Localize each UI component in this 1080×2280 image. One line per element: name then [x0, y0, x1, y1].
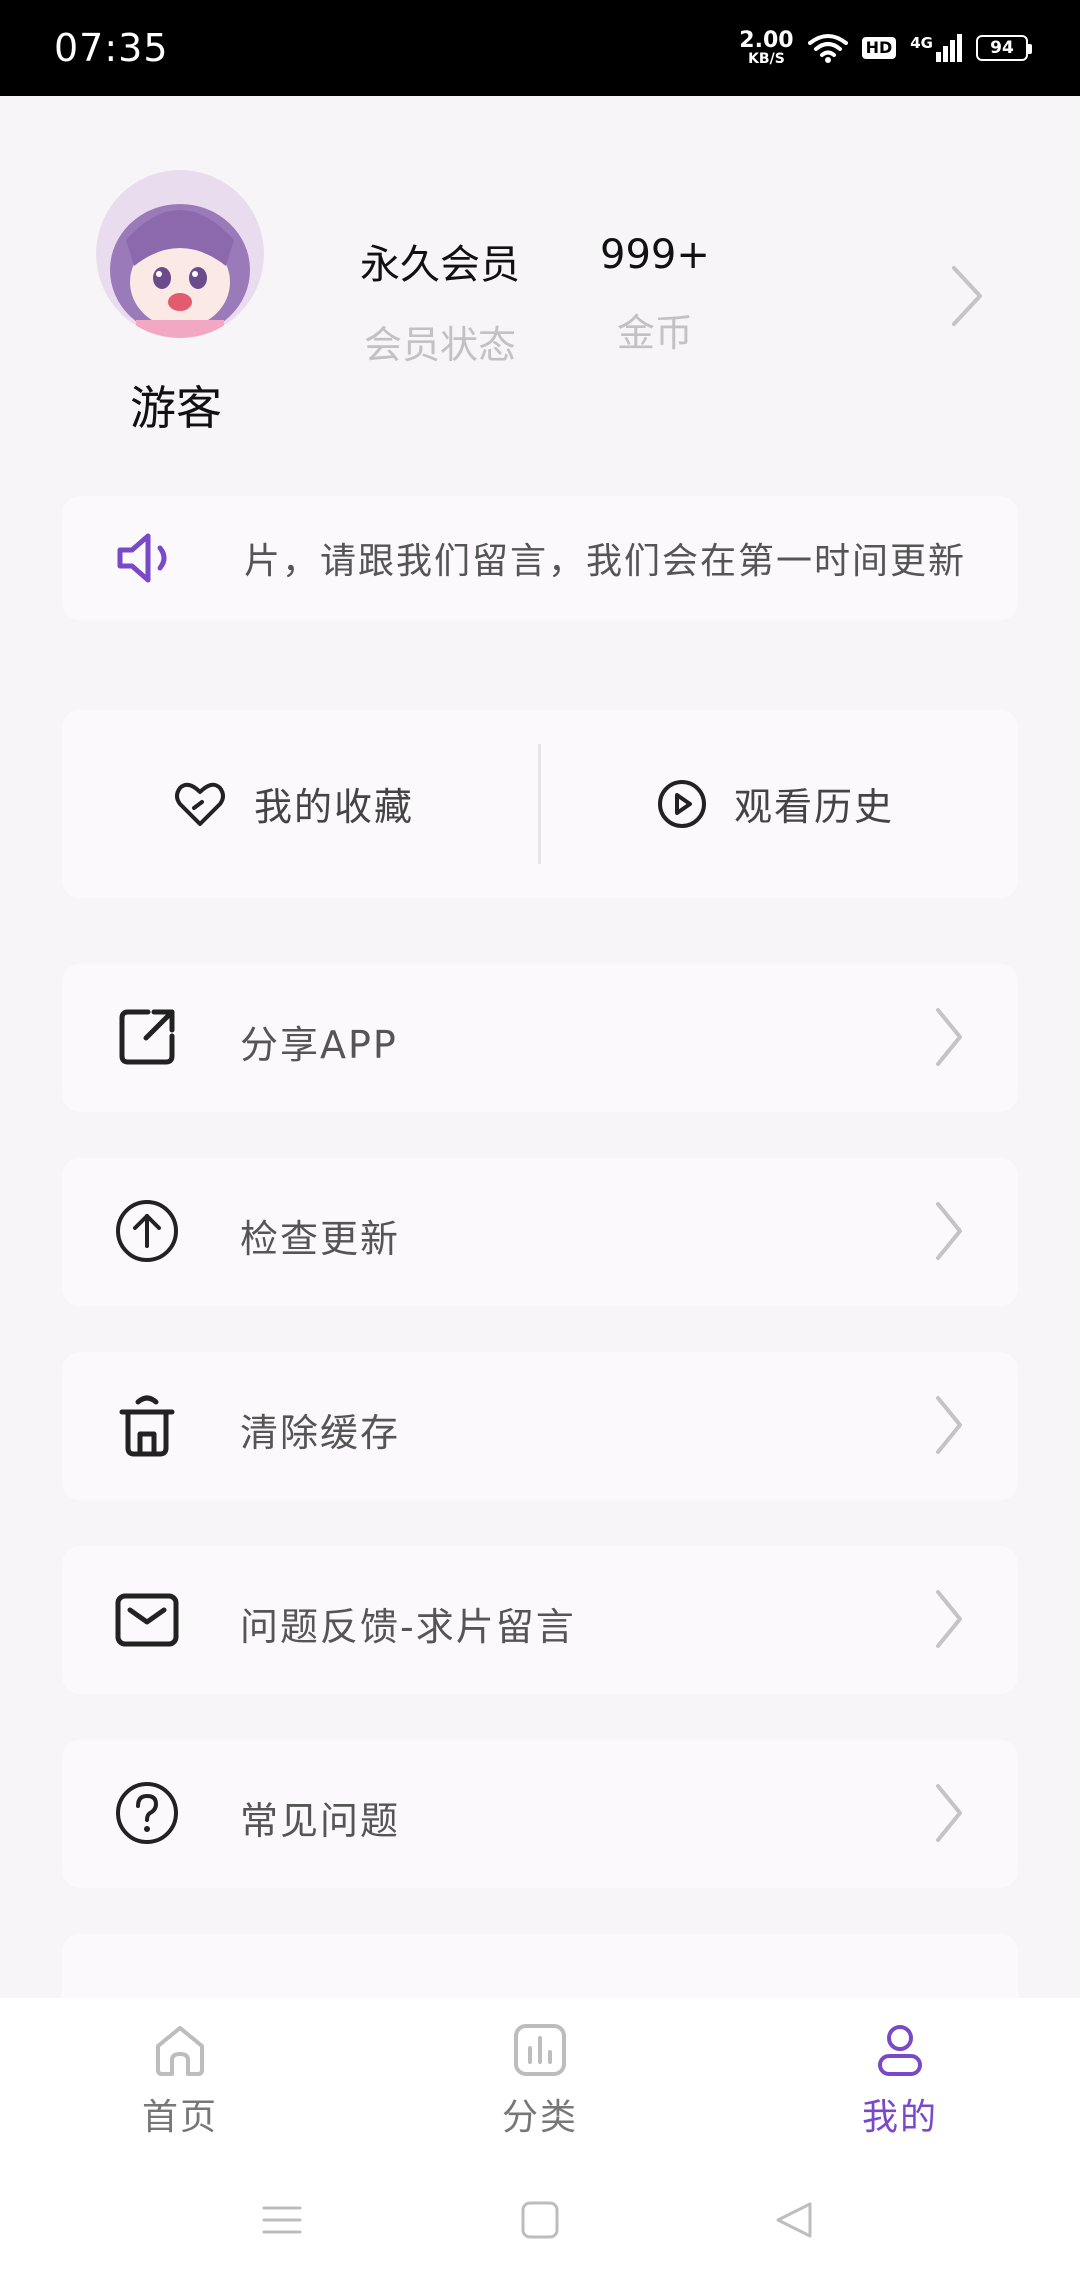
history-label: 观看历史 [734, 785, 895, 829]
menu-item-label: 检查更新 [240, 1217, 401, 1261]
membership-value: 永久会员 [360, 242, 520, 288]
coins-label: 金币 [616, 311, 693, 355]
membership-label: 会员状态 [363, 323, 516, 367]
menu-item-share[interactable]: 分享APP [62, 964, 1018, 1112]
avatar[interactable] [96, 170, 264, 338]
nav-item-mine[interactable]: 我的 [820, 2022, 980, 2140]
menu-item-label: 问题反馈-求片留言 [240, 1605, 576, 1649]
nav-item-home[interactable]: 首页 [100, 2022, 260, 2140]
nav-label: 分类 [501, 2097, 578, 2138]
heart-icon [175, 782, 225, 826]
quick-actions: 我的收藏 观看历史 [62, 710, 1018, 898]
home-icon [156, 2026, 204, 2076]
system-nav-bar [0, 2170, 1080, 2280]
chevron-right-icon [936, 1784, 962, 1842]
signal-icon [936, 34, 962, 62]
menu-item-check-update[interactable]: 检查更新 [62, 1158, 1018, 1306]
hd-badge: HD [861, 37, 897, 59]
menu-item-label: 常见问题 [240, 1799, 401, 1843]
nav-label: 我的 [861, 2097, 938, 2138]
avatar-image [96, 170, 264, 338]
menu-item-faq[interactable]: 常见问题 [62, 1740, 1018, 1888]
cellular-signal: 4G [910, 34, 962, 62]
coins-value: 999+ [600, 232, 710, 278]
chevron-right-icon [936, 1396, 962, 1454]
history-button[interactable]: 观看历史 [656, 776, 894, 831]
notice-bar: 片，请跟我们留言，我们会在第一时间更新 [62, 496, 1018, 620]
chevron-right-icon [936, 1008, 962, 1066]
network-type: 4G [910, 34, 933, 52]
user-icon [878, 2025, 922, 2076]
wifi-icon [807, 34, 848, 63]
coins-stat[interactable]: 999+ 金币 [600, 232, 710, 357]
status-bar: 07:35 2.00 KB/S HD 4G 94 [0, 0, 1080, 96]
membership-stat[interactable]: 永久会员 会员状态 [360, 232, 520, 369]
battery-level: 94 [990, 38, 1014, 58]
menu-item-partial[interactable] [62, 1934, 1018, 1998]
status-icons: 2.00 KB/S HD 4G 94 [739, 28, 1032, 67]
user-name: 游客 [130, 381, 222, 435]
chevron-right-icon [936, 1202, 962, 1260]
notice-text: 片，请跟我们留言，我们会在第一时间更新 [244, 541, 967, 582]
back-icon[interactable] [774, 2200, 814, 2240]
quick-divider [538, 744, 541, 864]
menu-icon[interactable] [262, 2200, 302, 2240]
share-icon [119, 1009, 175, 1065]
upload-icon [116, 1200, 178, 1262]
network-speed-unit: KB/S [748, 51, 785, 67]
menu-item-label: 分享APP [240, 1023, 398, 1067]
bottom-nav: 首页 分类 我的 [0, 1998, 1080, 2170]
home-square-icon[interactable] [520, 2200, 560, 2240]
menu-item-label: 清除缓存 [240, 1411, 401, 1455]
nav-item-category[interactable]: 分类 [460, 2022, 620, 2140]
network-speed: 2.00 KB/S [739, 28, 794, 67]
network-speed-value: 2.00 [739, 28, 794, 53]
play-circle-icon [658, 779, 706, 828]
status-time: 07:35 [54, 26, 169, 70]
speaker-icon [117, 533, 167, 583]
battery-icon: 94 [976, 35, 1032, 61]
mail-icon [115, 1593, 179, 1647]
chevron-right-icon[interactable] [950, 264, 984, 328]
menu-item-clear-cache[interactable]: 清除缓存 [62, 1352, 1018, 1500]
category-icon [514, 2024, 566, 2076]
trash-icon [119, 1395, 175, 1457]
favorites-button[interactable]: 我的收藏 [172, 776, 414, 831]
chevron-right-icon [936, 1590, 962, 1648]
menu-item-feedback[interactable]: 问题反馈-求片留言 [62, 1546, 1018, 1694]
help-icon [116, 1782, 178, 1844]
favorites-label: 我的收藏 [254, 785, 415, 829]
nav-label: 首页 [141, 2097, 218, 2138]
